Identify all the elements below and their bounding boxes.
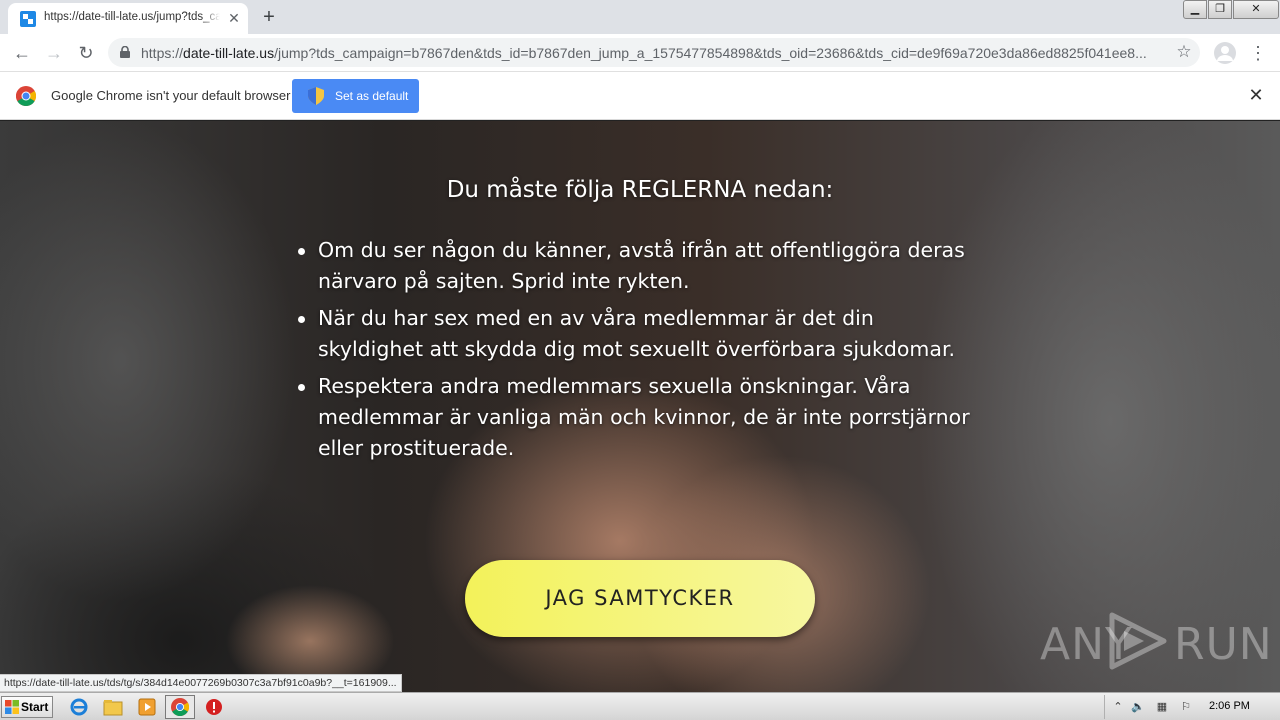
rule-item: När du har sex med en av våra medlemmar … — [296, 303, 976, 365]
bullet-icon — [298, 248, 305, 255]
play-logo-icon — [1109, 612, 1167, 670]
bullet-icon — [298, 384, 305, 391]
stop-sign-icon[interactable] — [203, 697, 225, 717]
uac-shield-icon — [308, 87, 324, 105]
address-bar[interactable]: https://date-till-late.us/jump?tds_campa… — [108, 38, 1200, 67]
start-label: Start — [21, 700, 49, 714]
file-explorer-icon[interactable] — [102, 697, 124, 717]
minimize-button[interactable]: ▁ — [1183, 0, 1207, 19]
chrome-icon — [171, 698, 189, 716]
url-text: https://date-till-late.us/jump?tds_campa… — [141, 45, 1147, 61]
start-button[interactable]: Start — [1, 696, 53, 718]
restore-button[interactable]: ❐ — [1208, 0, 1232, 19]
active-tab[interactable]: https://date-till-late.us/jump?tds_campa… — [8, 3, 248, 34]
windows-logo-icon — [5, 700, 19, 714]
status-bar-url: https://date-till-late.us/tds/tg/s/384d1… — [0, 674, 402, 692]
bookmark-star-icon[interactable]: ☆ — [1174, 42, 1194, 62]
infobar-message: Google Chrome isn't your default browser — [51, 88, 291, 103]
window-close-icon: ✕ — [1251, 3, 1261, 15]
forward-arrow-icon[interactable]: → — [41, 40, 67, 66]
restore-icon: ❐ — [1215, 3, 1225, 15]
browser-toolbar: ← → ↻ https://date-till-late.us/jump?tds… — [0, 34, 1280, 72]
network-icon[interactable]: ▦ — [1155, 700, 1169, 714]
agree-button-label: JAG SAMTYCKER — [545, 586, 735, 610]
rule-item: Respektera andra medlemmars sexuella öns… — [296, 371, 976, 464]
watermark-run-text: RUN — [1174, 619, 1273, 670]
clock[interactable]: 2:06 PM — [1209, 700, 1250, 712]
infobar-close-icon[interactable]: ✕ — [1245, 84, 1267, 106]
default-browser-infobar: Google Chrome isn't your default browser… — [0, 72, 1280, 120]
chrome-logo-icon — [16, 86, 36, 106]
internet-explorer-icon[interactable] — [68, 697, 90, 717]
lock-icon — [120, 46, 130, 58]
volume-icon[interactable]: 🔈 — [1131, 700, 1145, 714]
tab-close-icon[interactable]: ✕ — [226, 10, 242, 26]
rules-list: Om du ser någon du känner, avstå ifrån a… — [296, 235, 976, 470]
site-favicon-icon — [20, 11, 36, 27]
rule-text: När du har sex med en av våra medlemmar … — [318, 306, 956, 361]
chrome-menu-icon[interactable]: ⋮ — [1248, 41, 1268, 65]
person-icon — [1217, 46, 1233, 61]
rule-text: Respektera andra medlemmars sexuella öns… — [318, 374, 970, 460]
minimize-icon: ▁ — [1190, 3, 1200, 15]
tray-expand-icon[interactable]: ⌃ — [1111, 700, 1125, 714]
bullet-icon — [298, 316, 305, 323]
rule-text: Om du ser någon du känner, avstå ifrån a… — [318, 238, 965, 293]
media-player-icon[interactable] — [136, 697, 158, 717]
tab-title: https://date-till-late.us/jump?tds_campa… — [44, 11, 220, 23]
system-tray: ⌃ 🔈 ▦ ⚐ 2:06 PM — [1104, 695, 1280, 719]
reload-icon[interactable]: ↻ — [73, 40, 99, 66]
page-content: Du måste följa REGLERNA nedan: Om du ser… — [0, 121, 1280, 692]
window-close-button[interactable]: ✕ — [1233, 0, 1279, 19]
new-tab-button[interactable]: + — [258, 6, 280, 28]
set-as-default-button[interactable]: Set as default — [292, 79, 419, 113]
chrome-taskbar-button[interactable] — [165, 695, 195, 719]
windows-taskbar: Start ⌃ 🔈 ▦ ⚐ 2:06 PM — [0, 692, 1280, 720]
rules-title: Du måste följa REGLERNA nedan: — [446, 177, 834, 203]
set-as-default-label: Set as default — [335, 89, 409, 103]
profile-avatar-icon[interactable] — [1214, 42, 1236, 64]
action-center-flag-icon[interactable]: ⚐ — [1179, 700, 1193, 714]
rule-item: Om du ser någon du känner, avstå ifrån a… — [296, 235, 976, 297]
tab-strip: https://date-till-late.us/jump?tds_campa… — [0, 0, 1280, 34]
agree-button[interactable]: JAG SAMTYCKER — [465, 560, 815, 637]
back-arrow-icon[interactable]: ← — [9, 40, 35, 66]
